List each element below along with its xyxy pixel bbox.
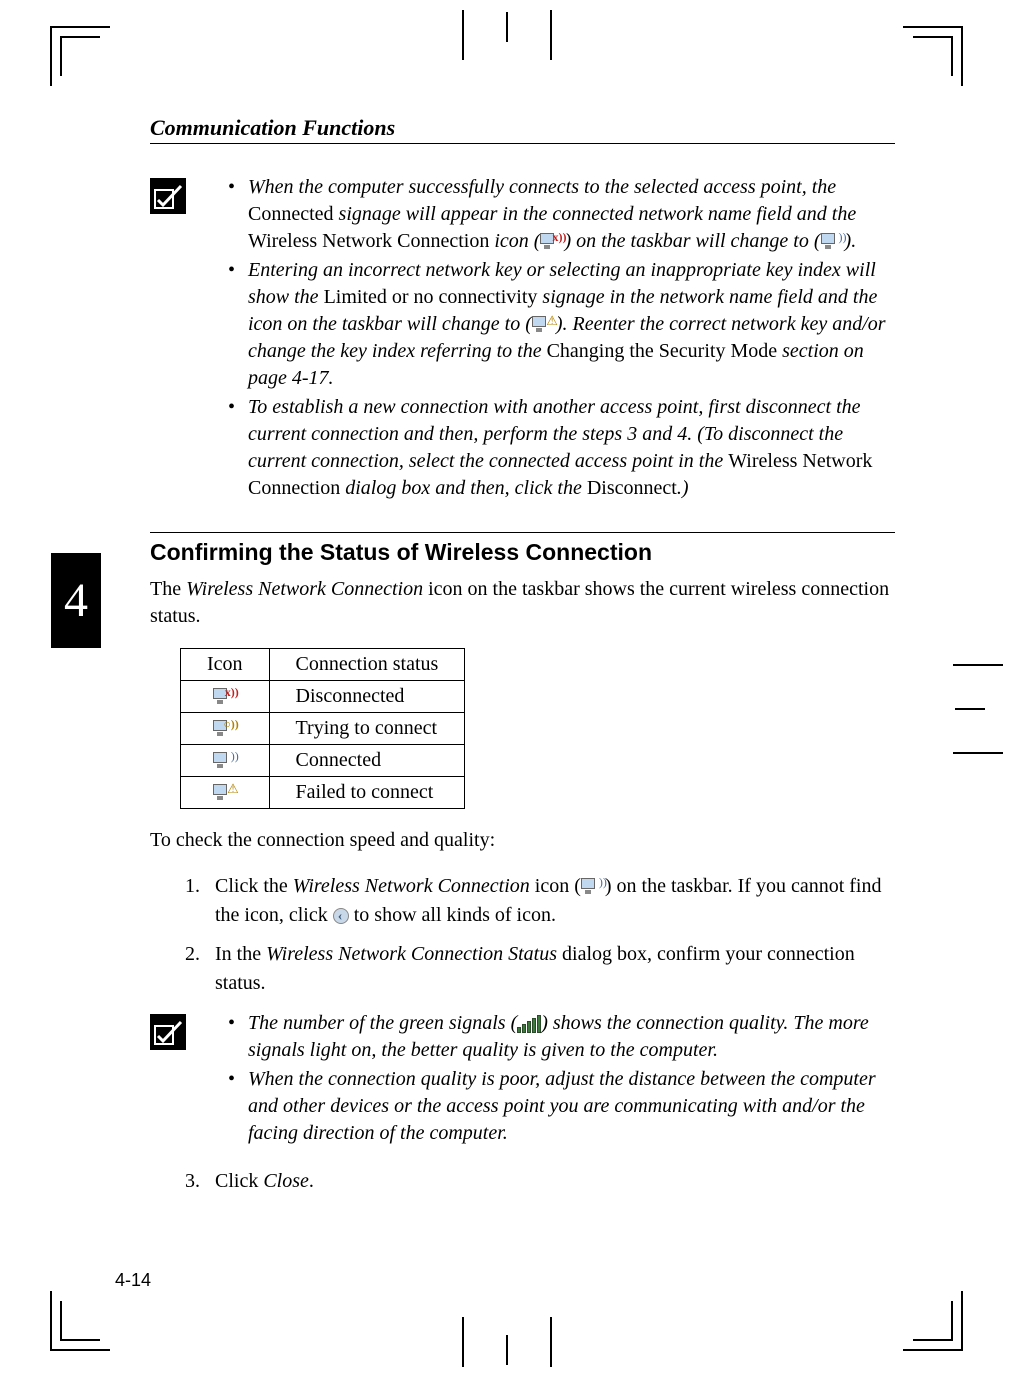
intro-paragraph: The Wireless Network Connection icon on … xyxy=(150,576,895,630)
crop-mark xyxy=(913,1301,953,1341)
step-item: Click Close. xyxy=(205,1167,895,1196)
crop-mark xyxy=(60,1301,100,1341)
wifi-failed-icon: ⚠ xyxy=(213,784,237,802)
table-header-status: Connection status xyxy=(269,649,465,681)
note-item: Entering an incorrect network key or sel… xyxy=(226,257,895,392)
page-content: Communication Functions When the compute… xyxy=(150,115,895,1208)
page-number: 4-14 xyxy=(115,1270,151,1291)
wifi-connected-icon: )) xyxy=(821,233,845,251)
table-status-cell: Trying to connect xyxy=(269,713,465,745)
wifi-disconnected-icon: x)) xyxy=(213,688,237,706)
note-item: When the computer successfully connects … xyxy=(226,174,895,255)
note-item: When the connection quality is poor, adj… xyxy=(226,1066,895,1147)
note-content: The number of the green signals () shows… xyxy=(226,1010,895,1149)
wifi-disconnected-icon: x)) xyxy=(540,233,564,251)
wifi-connected-icon: )) xyxy=(213,752,237,770)
table-icon-cell: ⚠ xyxy=(181,777,270,809)
check-text: To check the connection speed and qualit… xyxy=(150,827,895,854)
checkmark-note-icon xyxy=(150,1014,186,1050)
step-item: Click the Wireless Network Connection ic… xyxy=(205,872,895,930)
show-hidden-icons-icon xyxy=(333,908,349,924)
checkmark-note-icon xyxy=(150,178,186,214)
crop-mark xyxy=(953,664,1003,754)
wifi-connected-icon: )) xyxy=(581,878,605,896)
steps-list-continued: Click Close. xyxy=(150,1167,895,1196)
wifi-trying-icon: ○)) xyxy=(213,720,237,738)
crop-mark xyxy=(913,36,953,76)
section-heading: Confirming the Status of Wireless Connec… xyxy=(150,532,895,566)
table-status-cell: Failed to connect xyxy=(269,777,465,809)
chapter-tab: 4 xyxy=(51,553,101,648)
page-title: Communication Functions xyxy=(150,115,895,144)
table-status-cell: Disconnected xyxy=(269,681,465,713)
connection-status-table: Icon Connection status x)) Disconnected … xyxy=(180,648,465,809)
wifi-limited-icon: ⚠ xyxy=(532,316,556,334)
crop-mark xyxy=(60,36,100,76)
note-block: The number of the green signals () shows… xyxy=(150,1010,895,1149)
note-content: When the computer successfully connects … xyxy=(226,174,895,504)
table-icon-cell: x)) xyxy=(181,681,270,713)
table-icon-cell: )) xyxy=(181,745,270,777)
signal-strength-icon xyxy=(517,1015,541,1033)
step-item: In the Wireless Network Connection Statu… xyxy=(205,940,895,998)
crop-mark xyxy=(462,10,552,60)
crop-mark xyxy=(462,1317,552,1367)
table-status-cell: Connected xyxy=(269,745,465,777)
table-header-icon: Icon xyxy=(181,649,270,681)
note-item: The number of the green signals () shows… xyxy=(226,1010,895,1064)
note-item: To establish a new connection with anoth… xyxy=(226,394,895,502)
note-block: When the computer successfully connects … xyxy=(150,174,895,504)
table-icon-cell: ○)) xyxy=(181,713,270,745)
steps-list: Click the Wireless Network Connection ic… xyxy=(150,872,895,998)
